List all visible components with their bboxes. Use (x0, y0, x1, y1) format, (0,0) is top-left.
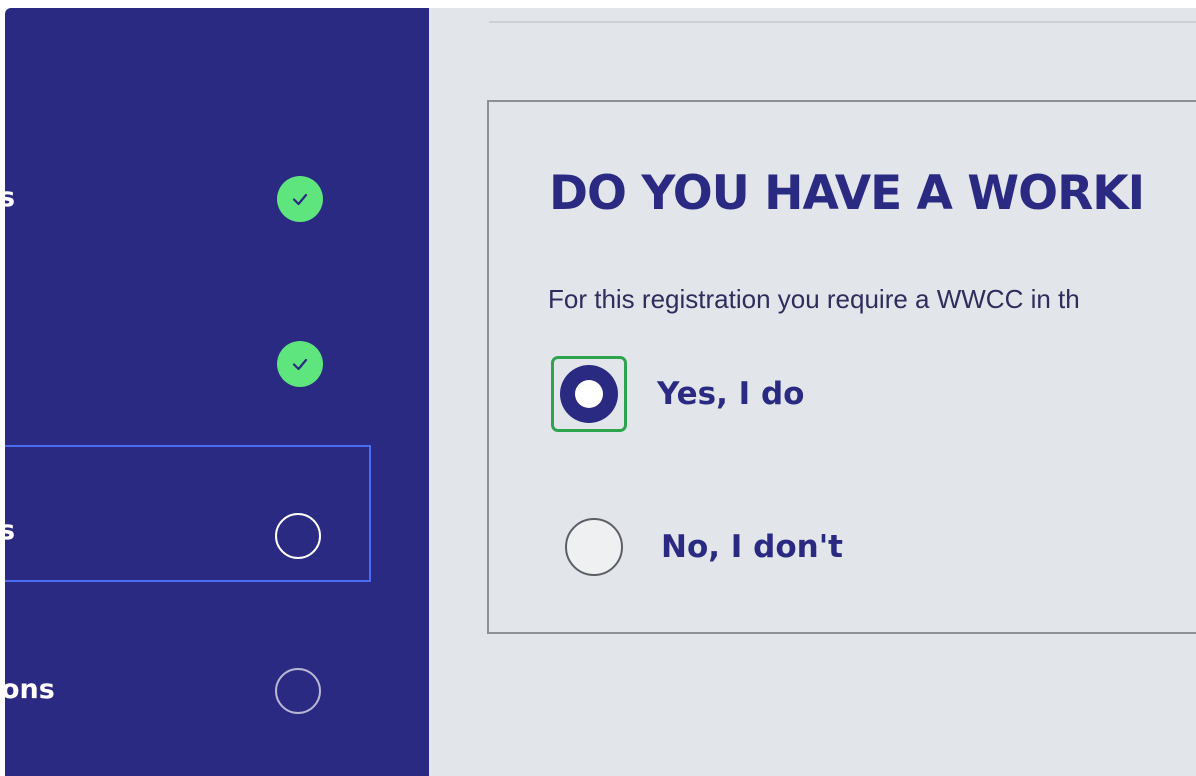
option-no[interactable]: No, I don't (565, 518, 843, 576)
check-circle-icon (277, 341, 323, 387)
sidebar-step-4[interactable]: ons (5, 648, 371, 728)
option-no-label[interactable]: No, I don't (661, 529, 843, 565)
main-content: DO YOU HAVE A WORKI For this registratio… (429, 8, 1196, 776)
sidebar-step-label: ons (5, 674, 55, 705)
question-hint: For this registration you require a WWCC… (548, 284, 1080, 314)
check-circle-icon (277, 176, 323, 222)
app-frame: s s ons DO YOU HAVE A WORKI For this reg… (5, 8, 1196, 776)
radio-focus-ring[interactable] (551, 356, 627, 432)
radio-unselected-icon[interactable] (565, 518, 623, 576)
sidebar-step-label: s (5, 182, 16, 213)
radio-selected-icon[interactable] (560, 365, 618, 423)
empty-circle-icon (275, 668, 321, 714)
sidebar-step-3-current[interactable]: s (5, 445, 371, 582)
sidebar-step-label: s (5, 515, 16, 546)
sidebar-step-1[interactable]: s (5, 158, 371, 238)
divider (489, 21, 1196, 23)
sidebar-step-2[interactable] (5, 323, 371, 403)
progress-sidebar: s s ons (5, 8, 429, 776)
empty-circle-icon (275, 513, 321, 559)
question-heading: DO YOU HAVE A WORKI (549, 166, 1145, 221)
question-card: DO YOU HAVE A WORKI For this registratio… (487, 100, 1196, 634)
option-yes-label[interactable]: Yes, I do (657, 376, 804, 412)
option-yes[interactable]: Yes, I do (551, 356, 804, 432)
